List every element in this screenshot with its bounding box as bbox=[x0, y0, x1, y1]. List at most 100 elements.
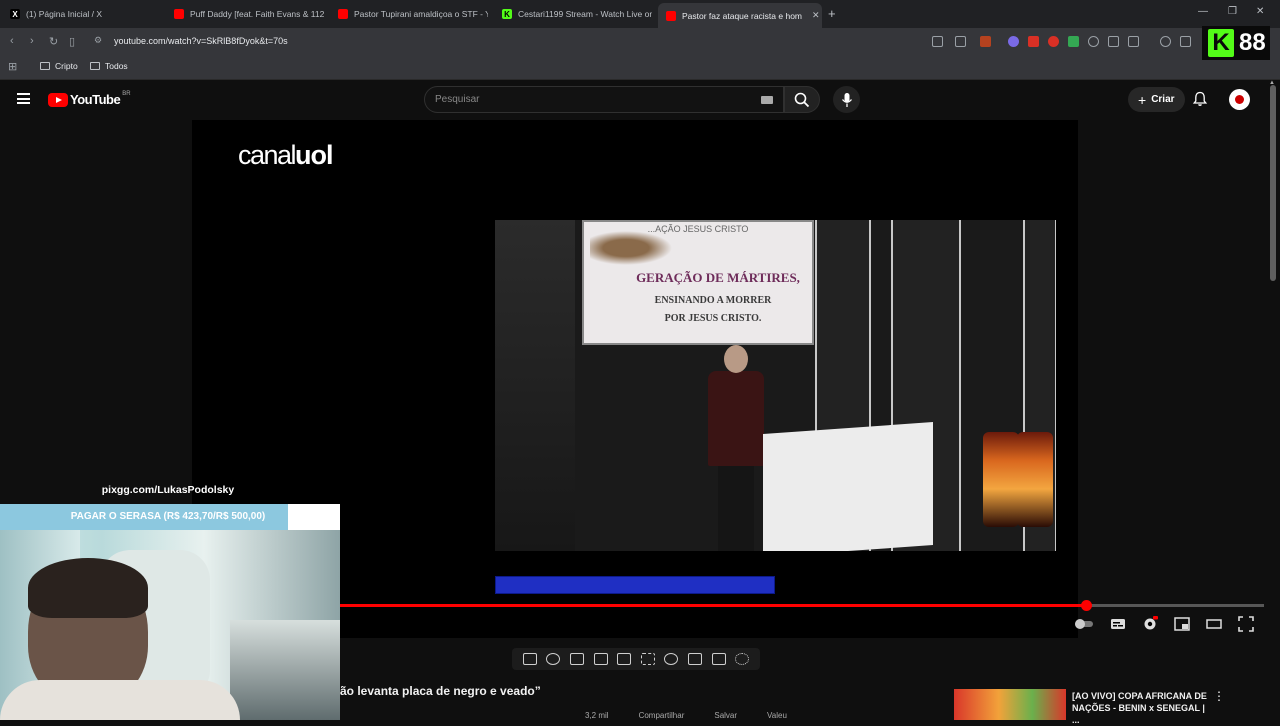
extension-icon[interactable] bbox=[1128, 36, 1139, 47]
close-tab-icon[interactable]: ✕ bbox=[812, 10, 820, 21]
conga-drum bbox=[983, 432, 1019, 527]
back-icon[interactable]: ‹ bbox=[10, 35, 14, 47]
crop-icon[interactable] bbox=[640, 653, 655, 665]
fullscreen-icon[interactable] bbox=[1238, 616, 1254, 632]
recommended-video-thumbnail[interactable] bbox=[954, 689, 1066, 720]
cast-icon[interactable] bbox=[932, 36, 943, 47]
folder-icon bbox=[40, 62, 50, 70]
site-settings-icon[interactable]: ⚙ bbox=[94, 35, 102, 46]
speaker-head bbox=[724, 345, 748, 373]
media-icon[interactable] bbox=[1160, 36, 1171, 47]
add-icon[interactable] bbox=[687, 653, 702, 665]
banner-line-2: ENSINANDO A MORRER bbox=[654, 295, 772, 306]
search-input[interactable]: Pesquisar bbox=[424, 86, 784, 113]
share-button[interactable]: Compartilhar bbox=[639, 711, 685, 720]
logo-canal-text: canal bbox=[238, 140, 297, 170]
pix-donation-url: pixgg.com/LukasPodolsky bbox=[101, 484, 235, 496]
tab-kick-stream[interactable]: K Cestari1199 Stream - Watch Live on bbox=[502, 4, 652, 24]
kick-viewer-badge: K 88 bbox=[1202, 26, 1270, 60]
plus-icon: + bbox=[1138, 91, 1147, 108]
sidebar-icon[interactable] bbox=[1180, 36, 1191, 47]
extension-icon[interactable] bbox=[1088, 36, 1099, 47]
banner-line-1: GERAÇÃO DE MÁRTIRES, bbox=[636, 270, 800, 285]
kick-badge-number: 88 bbox=[1239, 29, 1266, 56]
subtitles-icon[interactable] bbox=[1110, 616, 1126, 632]
new-tab-button[interactable]: + bbox=[828, 6, 836, 21]
theater-mode-icon[interactable] bbox=[1206, 616, 1222, 632]
microphone-icon bbox=[841, 92, 852, 107]
create-label: Criar bbox=[1151, 94, 1175, 105]
forward-icon[interactable]: › bbox=[30, 35, 34, 47]
scrubber-handle[interactable] bbox=[1081, 600, 1092, 611]
more-options-icon[interactable]: ⋮ bbox=[1213, 689, 1225, 703]
restore-icon[interactable]: ❐ bbox=[1228, 6, 1237, 17]
loop-icon[interactable] bbox=[522, 653, 537, 665]
bookmark-folder-cripto[interactable]: Cripto bbox=[40, 61, 78, 71]
apps-grid-icon[interactable]: ⊞ bbox=[8, 60, 17, 73]
share-icon[interactable] bbox=[955, 36, 966, 47]
extension-icon[interactable] bbox=[1068, 36, 1079, 47]
keyboard-icon[interactable] bbox=[761, 96, 773, 104]
hamburger-menu-icon[interactable] bbox=[17, 93, 30, 104]
youtube-favicon-icon bbox=[338, 9, 348, 19]
tab-label: (1) Página Inicial / X bbox=[26, 9, 103, 19]
speed-icon[interactable] bbox=[664, 653, 679, 665]
video-frame: ...AÇÃO JESUS CRISTO GERAÇÃO DE MÁRTIRES… bbox=[495, 220, 1056, 551]
church-banner: ...AÇÃO JESUS CRISTO GERAÇÃO DE MÁRTIRES… bbox=[582, 220, 814, 345]
speaker-figure bbox=[700, 345, 770, 551]
gear-icon[interactable] bbox=[735, 653, 750, 665]
search-placeholder: Pesquisar bbox=[435, 94, 480, 105]
extension-icon[interactable] bbox=[1008, 36, 1019, 47]
kick-favicon-icon: K bbox=[502, 9, 512, 19]
miniplayer-icon[interactable] bbox=[1174, 616, 1190, 632]
search-button[interactable] bbox=[784, 86, 820, 113]
autoplay-toggle-icon[interactable] bbox=[1074, 616, 1094, 632]
audio-icon[interactable] bbox=[546, 653, 561, 665]
page-scrollbar[interactable] bbox=[1270, 85, 1276, 281]
youtube-logo[interactable]: YouTube BR bbox=[48, 91, 131, 107]
save-button[interactable]: Salvar bbox=[714, 711, 737, 720]
tab-label: Pastor faz ataque racista e hom bbox=[682, 10, 803, 21]
bookmark-folder-todos[interactable]: Todos bbox=[90, 61, 128, 71]
notifications-bell-icon[interactable] bbox=[1192, 91, 1208, 107]
resize-icon[interactable] bbox=[617, 653, 632, 665]
recommended-video-title[interactable]: [AO VIVO] COPA AFRICANA DE NAÇÕES - BENI… bbox=[1072, 690, 1212, 726]
cinema-icon[interactable] bbox=[593, 653, 608, 665]
youtube-favicon-icon bbox=[666, 10, 676, 21]
kick-logo-icon: K bbox=[1208, 29, 1234, 57]
close-window-icon[interactable]: ✕ bbox=[1256, 6, 1264, 17]
thanks-button[interactable]: Valeu bbox=[767, 711, 787, 720]
puzzle-extensions-icon[interactable] bbox=[1108, 36, 1119, 47]
video-progress-bar[interactable] bbox=[340, 604, 1264, 607]
create-button[interactable]: + Criar bbox=[1128, 87, 1185, 112]
brave-shield-icon[interactable] bbox=[980, 36, 991, 47]
tab-active-video[interactable]: Pastor faz ataque racista e hom ✕ bbox=[658, 3, 822, 28]
webcam-hair bbox=[28, 558, 148, 618]
webcam-shelf bbox=[230, 620, 340, 720]
extension-icon[interactable] bbox=[1048, 36, 1059, 47]
bookmark-icon[interactable]: ▯ bbox=[69, 35, 75, 48]
minimize-icon[interactable]: — bbox=[1198, 6, 1208, 17]
streamer-webcam bbox=[0, 530, 340, 720]
extension-icon[interactable] bbox=[1028, 36, 1039, 47]
folder-icon bbox=[90, 62, 100, 70]
settings-gear-icon[interactable] bbox=[1142, 616, 1158, 632]
conga-drum bbox=[1017, 432, 1053, 527]
tab-puff-daddy[interactable]: Puff Daddy [feat. Faith Evans & 112] bbox=[174, 4, 324, 24]
speaker-body bbox=[708, 371, 764, 466]
goal-text: PAGAR O SERASA (R$ 423,70/R$ 500,00) bbox=[70, 511, 266, 522]
tab-pastor-tupirani[interactable]: Pastor Tupirani amaldiçoa o STF - Yo bbox=[338, 4, 488, 24]
bookmarks-bar: ⊞ Cripto Todos bbox=[0, 56, 1280, 80]
reload-icon[interactable]: ↻ bbox=[49, 35, 58, 48]
screenshot-camera-icon[interactable] bbox=[711, 653, 726, 665]
youtube-wordmark: YouTube bbox=[70, 92, 121, 107]
address-bar[interactable]: youtube.com/watch?v=SkRlB8fDyok&t=70s bbox=[114, 36, 288, 46]
like-button[interactable]: 3,2 mil bbox=[585, 711, 609, 720]
progress-played bbox=[340, 604, 1084, 607]
voice-search-button[interactable] bbox=[833, 86, 860, 113]
picture-in-picture-icon[interactable] bbox=[569, 653, 584, 665]
tab-x-home[interactable]: X (1) Página Inicial / X bbox=[10, 4, 160, 24]
bookmark-label: Todos bbox=[105, 61, 128, 71]
canal-uol-logo: canaluol bbox=[238, 140, 334, 171]
account-avatar[interactable] bbox=[1229, 89, 1250, 110]
